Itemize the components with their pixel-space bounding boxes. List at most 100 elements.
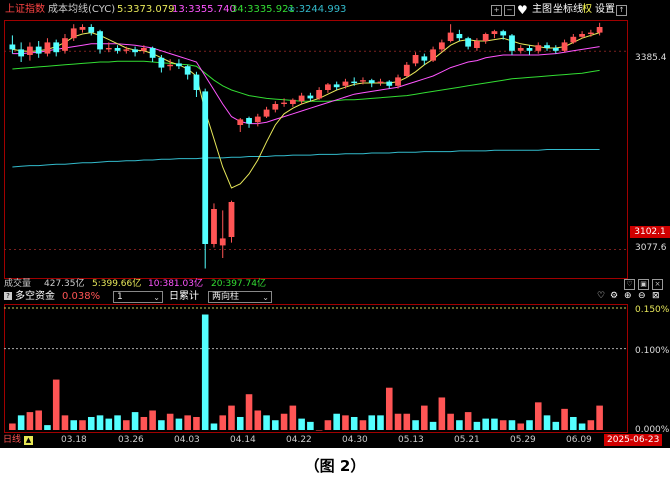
accum-label: 日累计 — [169, 291, 199, 302]
period-select[interactable]: 1 ⌄ — [113, 291, 163, 303]
fund-flow-bar — [280, 413, 288, 430]
candle-body — [211, 209, 217, 244]
help-icon[interactable]: ? — [4, 292, 12, 300]
settings-icon[interactable]: ⚙ — [610, 289, 618, 304]
candle-body — [132, 49, 138, 53]
candle-body — [395, 77, 401, 86]
candle-body — [53, 42, 60, 53]
fund-flow-bar — [87, 416, 95, 430]
tab-daily[interactable]: 日线 — [3, 433, 21, 448]
fund-flow-bar — [298, 418, 305, 430]
add-icon[interactable]: + — [491, 5, 502, 16]
candle-body — [254, 116, 261, 123]
indicator-name[interactable]: 成本均线(CYC) — [48, 0, 115, 20]
candle-body — [491, 31, 498, 34]
fund-flow-bar — [123, 420, 130, 430]
candle-body — [368, 80, 375, 83]
fund-flow-bar — [482, 418, 489, 430]
period-select-value: 1 — [117, 292, 123, 302]
fund-flow-bar — [342, 415, 349, 430]
sub-indicator-name[interactable]: 多空资金 — [15, 289, 55, 304]
fund-flow-bar — [473, 421, 481, 430]
fund-flow-bar — [9, 423, 16, 430]
fund-flow-bar — [315, 430, 323, 431]
date-tick: 05.29 — [510, 435, 536, 445]
fund-flow-bar — [377, 415, 384, 430]
price-axis-low-value: 3077.6 — [635, 243, 667, 253]
fund-flow-bar — [333, 413, 340, 430]
sub-axis-top: 0.150% — [635, 305, 670, 315]
fund-flow-bar — [193, 416, 200, 430]
zoom-in-icon[interactable]: ⊕ — [624, 289, 632, 304]
candle-body — [9, 44, 16, 50]
candle-body — [272, 104, 279, 110]
fund-flow-bar — [158, 420, 165, 430]
candle-body — [333, 84, 340, 88]
candle-body — [140, 48, 147, 51]
fund-flow-bar — [149, 410, 156, 430]
heart-icon[interactable]: ♥ — [517, 0, 528, 20]
candle-body — [219, 238, 226, 246]
fund-flow-bar — [464, 412, 472, 430]
fund-flow-bar — [534, 402, 542, 430]
close-icon[interactable]: ⊠ — [652, 289, 660, 304]
candle-body — [456, 34, 463, 39]
fund-flow-chart[interactable] — [4, 304, 628, 433]
price-chart[interactable] — [4, 20, 628, 279]
zoom-out-icon[interactable]: ⊖ — [638, 289, 646, 304]
fund-flow-bar — [578, 423, 586, 430]
fund-flow-bar — [499, 420, 507, 430]
candle-body — [193, 74, 200, 90]
sub-indicator-controls: ? 多空资金 0.038% 日累计 ♡ ⚙ ⊕ ⊖ ⊠ — [0, 289, 670, 304]
candle-body — [316, 90, 323, 99]
main-chart-button[interactable]: 主图 — [532, 0, 552, 20]
fund-flow-bar — [438, 397, 446, 430]
fund-flow-bar — [35, 410, 42, 430]
candle-body — [430, 49, 436, 61]
candle-body — [167, 64, 174, 67]
indicator-header: 上证指数 成本均线(CYC) 5:3373.079 13:3355.740 34… — [0, 0, 670, 20]
weight-button[interactable]: 权 — [582, 0, 592, 20]
fund-flow-bar — [70, 420, 78, 430]
volume-ma20: 20:397.74亿 — [211, 279, 266, 289]
fund-flow-bar — [105, 418, 113, 430]
date-tick: 04.14 — [230, 435, 256, 445]
candle-body — [123, 49, 130, 51]
warning-icon[interactable]: ▲ — [24, 436, 33, 445]
stock-chart-window: 上证指数 成本均线(CYC) 5:3373.079 13:3355.740 34… — [0, 0, 670, 448]
candle-body — [421, 56, 428, 61]
settings-button[interactable]: 设置 — [595, 0, 615, 20]
fund-flow-bar — [324, 420, 332, 430]
fund-flow-bar — [245, 394, 253, 430]
fund-flow-bar — [61, 415, 69, 430]
ma13-line — [12, 43, 600, 125]
candle-body — [289, 99, 296, 104]
minus-icon[interactable]: − — [504, 5, 515, 16]
fund-flow-bar — [236, 416, 244, 430]
fund-flow-bar — [263, 415, 270, 430]
candle-body — [377, 81, 384, 83]
candle-body — [325, 84, 331, 90]
direction-select[interactable]: 两向柱 ⌄ — [208, 291, 272, 303]
fund-flow-bar — [368, 415, 376, 430]
index-name[interactable]: 上证指数 — [5, 0, 45, 20]
candle-body — [202, 91, 209, 245]
fund-flow-bar — [140, 416, 148, 430]
candle-body — [447, 32, 454, 41]
candle-body — [360, 80, 366, 82]
arrow-up-icon[interactable]: ↑ — [616, 5, 627, 16]
heart-outline-icon[interactable]: ♡ — [597, 289, 605, 304]
candle-body — [88, 27, 95, 33]
price-high-box: 3102.1 — [630, 226, 670, 238]
volume-info-bar: 成交量 427.35亿 5:399.66亿 10:381.03亿 20:397.… — [0, 279, 670, 290]
coordinate-line-button[interactable]: 坐标线 — [553, 0, 583, 20]
fund-flow-bar — [526, 420, 533, 430]
volume-ma5: 5:399.66亿 — [92, 279, 142, 289]
fund-flow-bar — [456, 420, 463, 430]
candle-body — [105, 48, 112, 50]
candle-body — [561, 42, 568, 51]
fund-flow-bar — [44, 425, 51, 430]
fund-flow-bar — [131, 412, 139, 430]
fund-flow-bar — [543, 415, 551, 430]
current-date-box: 2025-06-23 — [604, 434, 663, 446]
